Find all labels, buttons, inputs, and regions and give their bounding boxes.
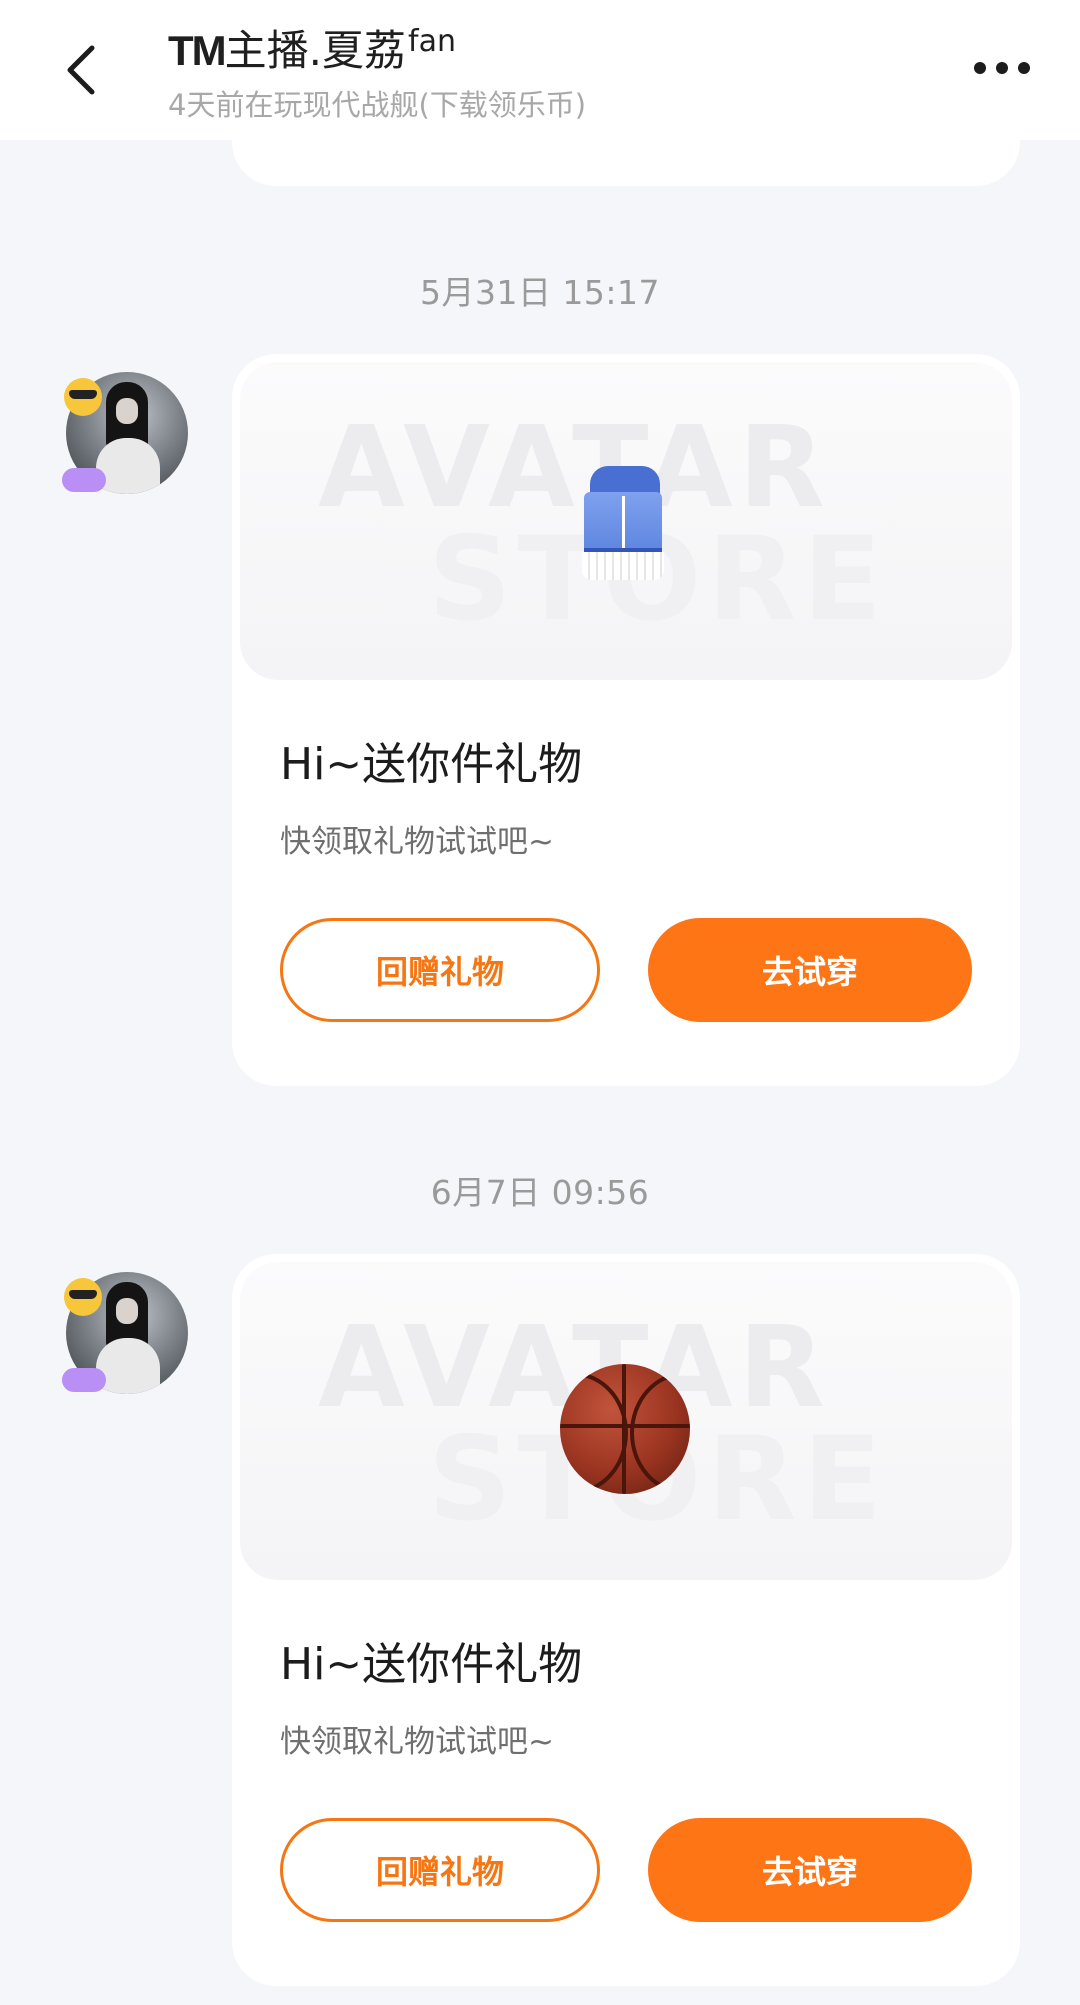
basketball-icon — [560, 1364, 690, 1494]
sender-avatar[interactable] — [62, 1272, 188, 1394]
chat-header: TM主播.夏荔fan 4天前在玩现代战舰(下载领乐币) — [0, 0, 1080, 140]
sender-avatar[interactable] — [62, 372, 188, 494]
more-options-button[interactable] — [954, 32, 1050, 104]
try-on-button[interactable]: 去试穿 — [648, 918, 972, 1022]
gift-card[interactable]: AVATAR STORE Hi~送你件礼物 快领取礼物试试吧~ 回赠礼物 去试穿 — [232, 1254, 1020, 1986]
title-prefix: TM — [168, 27, 227, 74]
title-superscript: fan — [408, 24, 456, 59]
gamepad-icon — [62, 468, 106, 492]
title-main: 主播.夏荔 — [224, 26, 407, 75]
gift-title: Hi~送你件礼物 — [280, 1639, 583, 1690]
sunglasses-emoji-icon — [64, 378, 102, 416]
return-gift-button[interactable]: 回赠礼物 — [280, 1818, 600, 1922]
jacket-icon — [580, 466, 666, 582]
return-gift-button[interactable]: 回赠礼物 — [280, 918, 600, 1022]
dot-icon — [996, 62, 1008, 74]
chat-title: TM主播.夏荔fan — [168, 14, 586, 79]
message-timestamp: 6月7日 09:56 — [430, 1173, 650, 1212]
dot-icon — [1018, 62, 1030, 74]
watermark-text: AVATAR — [318, 403, 831, 533]
try-on-button[interactable]: 去试穿 — [648, 1818, 972, 1922]
gift-title: Hi~送你件礼物 — [280, 739, 583, 790]
gamepad-icon — [62, 1368, 106, 1392]
sunglasses-emoji-icon — [64, 1278, 102, 1316]
back-button[interactable] — [40, 28, 124, 112]
message-timestamp: 5月31日 15:17 — [419, 273, 661, 312]
gift-banner: AVATAR STORE — [240, 1262, 1012, 1580]
chat-status: 4天前在玩现代战舰(下载领乐币) — [168, 88, 587, 122]
gift-card[interactable]: AVATAR STORE Hi~送你件礼物 快领取礼物试试吧~ 回赠礼物 去试穿 — [232, 354, 1020, 1086]
chat-title-block[interactable]: TM主播.夏荔fan 4天前在玩现代战舰(下载领乐币) — [168, 14, 586, 125]
gift-description: 快领取礼物试试吧~ — [280, 824, 554, 860]
dot-icon — [974, 62, 986, 74]
gift-description: 快领取礼物试试吧~ — [280, 1724, 554, 1760]
chevron-left-icon — [67, 45, 95, 95]
gift-banner: AVATAR STORE — [240, 362, 1012, 680]
